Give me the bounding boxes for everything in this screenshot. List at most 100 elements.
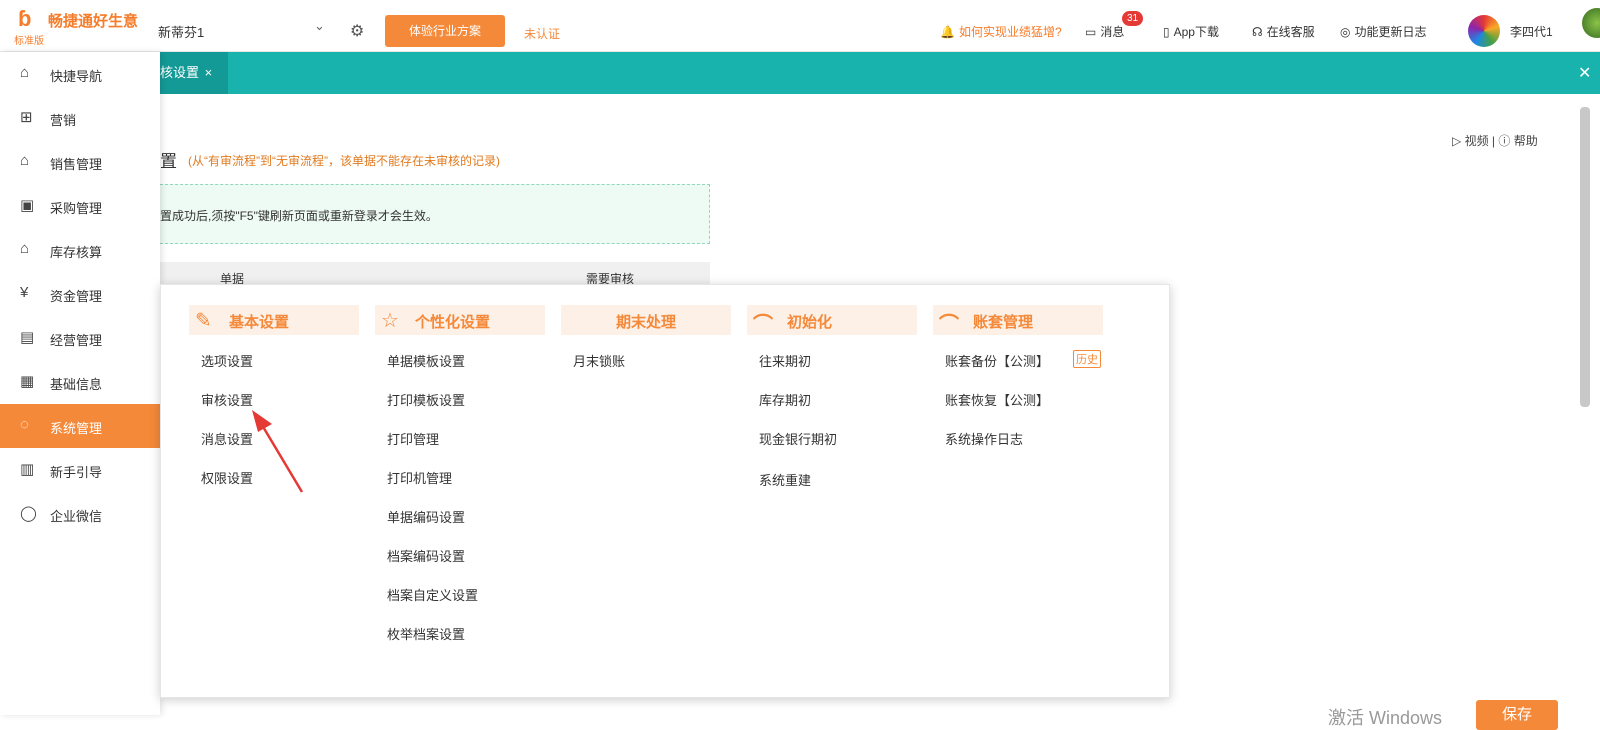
menu-column-title: 账套管理: [973, 314, 1034, 331]
chat-icon: ◯: [20, 505, 37, 522]
sidebar-item-operations[interactable]: ▤ 经营管理: [0, 316, 160, 360]
menu-item-archive-custom[interactable]: 档案自定义设置: [387, 585, 478, 604]
sidebar-item-label: 基础信息: [50, 377, 103, 392]
sidebar-item-basic-info[interactable]: ▦ 基础信息: [0, 360, 160, 404]
sidebar-item-marketing[interactable]: ⊞ 营销: [0, 96, 160, 140]
message-count-badge: 31: [1122, 11, 1144, 26]
sidebar-item-label: 库存核算: [50, 245, 103, 260]
sidebar-item-purchasing[interactable]: ▣ 采购管理: [0, 184, 160, 228]
menu-item-month-end-lock[interactable]: 月末锁账: [573, 351, 625, 370]
experience-industry-button[interactable]: 体验行业方案: [385, 15, 505, 47]
growth-link[interactable]: 🔔 如何实现业绩猛增?: [940, 23, 1062, 40]
sidebar-item-system[interactable]: ◌ 系统管理: [0, 404, 168, 448]
star-icon: ☆: [381, 310, 399, 332]
menu-item-archive-code[interactable]: 档案编码设置: [387, 546, 465, 565]
app-download-label: App下载: [1173, 25, 1219, 39]
menu-item-print-template[interactable]: 打印模板设置: [387, 390, 465, 409]
menu-column-title: 期末处理: [615, 314, 676, 331]
menu-item-enum-archive[interactable]: 枚举档案设置: [387, 624, 465, 643]
menu-column-title: 基本设置: [229, 314, 290, 331]
menu-item-permission-settings[interactable]: 权限设置: [201, 468, 253, 487]
phone-icon: ▯: [1163, 25, 1170, 39]
menu-item-cash-bank-opening[interactable]: 现金银行期初: [759, 429, 837, 448]
sidebar-item-label: 快捷导航: [50, 69, 103, 84]
menu-item-account-backup[interactable]: 账套备份【公测】: [945, 351, 1049, 370]
menu-item-options[interactable]: 选项设置: [201, 351, 253, 370]
scrollbar[interactable]: [1580, 107, 1590, 407]
video-link-label: 视频: [1464, 134, 1489, 148]
menu-item-account-restore[interactable]: 账套恢复【公测】: [945, 390, 1049, 409]
sidebar-item-label: 经营管理: [50, 333, 103, 348]
growth-link-label: 如何实现业绩猛增?: [958, 25, 1062, 39]
menu-item-system-rebuild[interactable]: 系统重建: [759, 470, 811, 489]
message-icon: ▭: [1085, 25, 1097, 39]
sidebar-item-funds[interactable]: ¥ 资金管理: [0, 272, 160, 316]
menu-item-audit-settings[interactable]: 审核设置: [201, 390, 253, 409]
home-icon: ⌂: [20, 64, 30, 81]
menu-item-doc-code[interactable]: 单据编码设置: [387, 507, 465, 526]
activate-windows-watermark: 激活 Windows: [1328, 708, 1443, 728]
brand-name: 畅捷通好生意: [48, 13, 139, 30]
tab-audit-settings[interactable]: 核设置 ×: [160, 52, 228, 94]
close-all-tabs-icon[interactable]: ✕: [1578, 63, 1591, 83]
update-log-link[interactable]: ◎ 功能更新日志: [1340, 23, 1427, 40]
system-menu-panel: ✎ 基本设置 ☆ 个性化设置 期末处理 ⌒ 初始化 ⌒ 账套管理 选项设置 审核…: [160, 284, 1170, 698]
brand-logo[interactable]: ɓ 畅捷通好生意 标准版: [0, 0, 160, 52]
tab-label: 核设置: [160, 65, 200, 80]
top-bar: ɓ 畅捷通好生意 标准版 新蒂芬1 ⌄ ⚙ 体验行业方案 未认证 🔔 如何实现业绩…: [0, 0, 1600, 52]
menu-item-print-management[interactable]: 打印管理: [387, 429, 439, 448]
chevron-down-icon[interactable]: ⌄: [314, 18, 325, 34]
headset-icon: ☊: [1252, 25, 1263, 39]
menu-item-inventory-opening[interactable]: 库存期初: [759, 390, 811, 409]
app-download-link[interactable]: ▯ App下载: [1163, 23, 1219, 40]
sidebar-item-label: 系统管理: [50, 421, 103, 436]
sidebar-item-label: 资金管理: [50, 289, 103, 304]
menu-item-doc-template[interactable]: 单据模板设置: [387, 351, 465, 370]
save-button[interactable]: 保存: [1476, 700, 1558, 730]
sidebar-item-quick-nav[interactable]: ⌂ 快捷导航: [0, 52, 160, 96]
user-name[interactable]: 李四代1: [1510, 23, 1553, 40]
sidebar-item-label: 新手引导: [50, 465, 103, 480]
messages-label: 消息: [1100, 25, 1125, 39]
help-link[interactable]: ⓘ 帮助: [1498, 134, 1537, 148]
menu-column-period-end: 期末处理: [561, 305, 731, 335]
menu-column-account-set: ⌒ 账套管理: [933, 305, 1103, 336]
menu-item-message-settings[interactable]: 消息设置: [201, 429, 253, 448]
sidebar-item-label: 销售管理: [50, 157, 103, 172]
sidebar-item-label: 采购管理: [50, 201, 103, 216]
close-icon[interactable]: ×: [201, 65, 213, 80]
guide-icon: ▥: [20, 461, 35, 478]
sidebar-item-label: 企业微信: [50, 509, 103, 524]
menu-column-title: 初始化: [787, 314, 833, 331]
unverified-label[interactable]: 未认证: [524, 25, 560, 42]
menu-item-printer-management[interactable]: 打印机管理: [387, 468, 452, 487]
settings-icon: ✎: [195, 310, 212, 332]
account-icon: ⌒: [939, 314, 959, 336]
avatar[interactable]: [1468, 15, 1500, 47]
company-selector[interactable]: 新蒂芬1: [158, 22, 204, 41]
id-card-icon: ▦: [20, 373, 35, 390]
messages-link[interactable]: ▭ 消息: [1085, 23, 1124, 40]
gear-icon[interactable]: ⚙: [350, 21, 364, 41]
brand-edition: 标准版: [14, 36, 44, 47]
menu-column-basic-settings: ✎ 基本设置: [189, 305, 359, 335]
video-link[interactable]: ▷ 视频: [1452, 134, 1489, 148]
sidebar-item-sales[interactable]: ⌂ 销售管理: [0, 140, 160, 184]
sidebar-item-guide[interactable]: ▥ 新手引导: [0, 448, 160, 492]
help-links: ▷ 视频 | ⓘ 帮助: [1452, 134, 1538, 148]
menu-item-ar-ap-opening[interactable]: 往来期初: [759, 351, 811, 370]
gift-icon: ⊞: [20, 109, 33, 126]
tab-bar: 核设置 × ✕: [0, 52, 1600, 94]
sidebar-item-inventory[interactable]: ⌂ 库存核算: [0, 228, 160, 272]
menu-column-personalization: ☆ 个性化设置: [375, 305, 545, 335]
money-icon: ¥: [20, 284, 29, 301]
sidebar-item-wecom[interactable]: ◯ 企业微信: [0, 492, 160, 536]
sidebar: ⌂ 快捷导航 ⊞ 营销 ⌂ 销售管理 ▣ 采购管理 ⌂ 库存核算 ¥ 资金管理 …: [0, 52, 168, 715]
help-link-label: 帮助: [1513, 134, 1538, 148]
notice-text: 置成功后,须按"F5"键刷新页面或重新登录才会生效。: [160, 209, 438, 223]
online-service-link[interactable]: ☊ 在线客服: [1252, 23, 1315, 40]
history-tag[interactable]: 历史: [1073, 350, 1101, 368]
clipboard-icon: ▤: [20, 329, 35, 346]
briefcase-icon: ▣: [20, 197, 35, 214]
menu-item-operation-log[interactable]: 系统操作日志: [945, 429, 1023, 448]
